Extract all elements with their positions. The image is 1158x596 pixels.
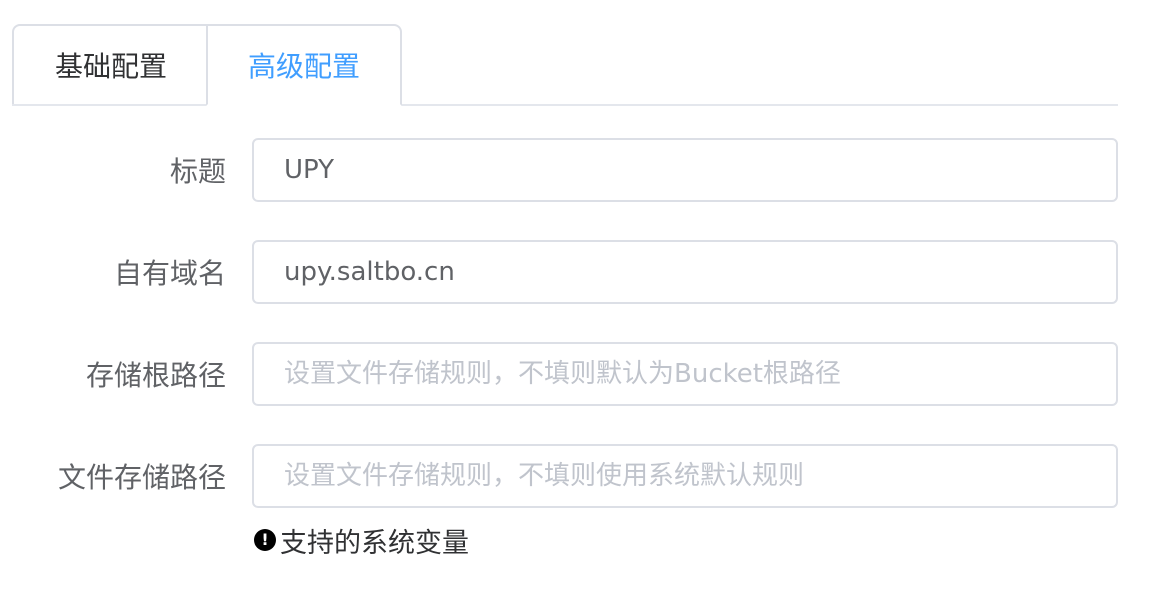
form-row-storage-root: 存储根路径 <box>0 342 1158 406</box>
settings-page: 基础配置 高级配置 标题 自有域名 存储根路径 文件存储路径 ! 支持的系统变量 <box>0 0 1158 596</box>
tab-basic-config-label: 基础配置 <box>54 50 167 83</box>
tab-advanced-config-label: 高级配置 <box>247 50 360 83</box>
custom-domain-input[interactable] <box>252 240 1118 304</box>
form-row-file-storage-path: 文件存储路径 <box>0 444 1158 508</box>
custom-domain-label: 自有域名 <box>113 257 226 290</box>
exclamation-circle-icon: ! <box>254 529 276 551</box>
system-variables-hint[interactable]: ! 支持的系统变量 <box>254 522 469 559</box>
form-row-custom-domain: 自有域名 <box>0 240 1158 304</box>
title-input[interactable] <box>252 138 1118 202</box>
storage-root-label: 存储根路径 <box>85 359 226 392</box>
file-storage-path-input[interactable] <box>252 444 1118 508</box>
system-variables-hint-label: 支持的系统变量 <box>280 527 469 559</box>
title-label: 标题 <box>169 155 226 188</box>
tab-advanced-config[interactable]: 高级配置 <box>206 24 402 106</box>
form-row-title: 标题 <box>0 138 1158 202</box>
file-storage-path-label: 文件存储路径 <box>57 461 226 494</box>
tab-basic-config[interactable]: 基础配置 <box>12 24 208 106</box>
storage-root-input[interactable] <box>252 342 1118 406</box>
tab-bar: 基础配置 高级配置 <box>12 24 1118 106</box>
